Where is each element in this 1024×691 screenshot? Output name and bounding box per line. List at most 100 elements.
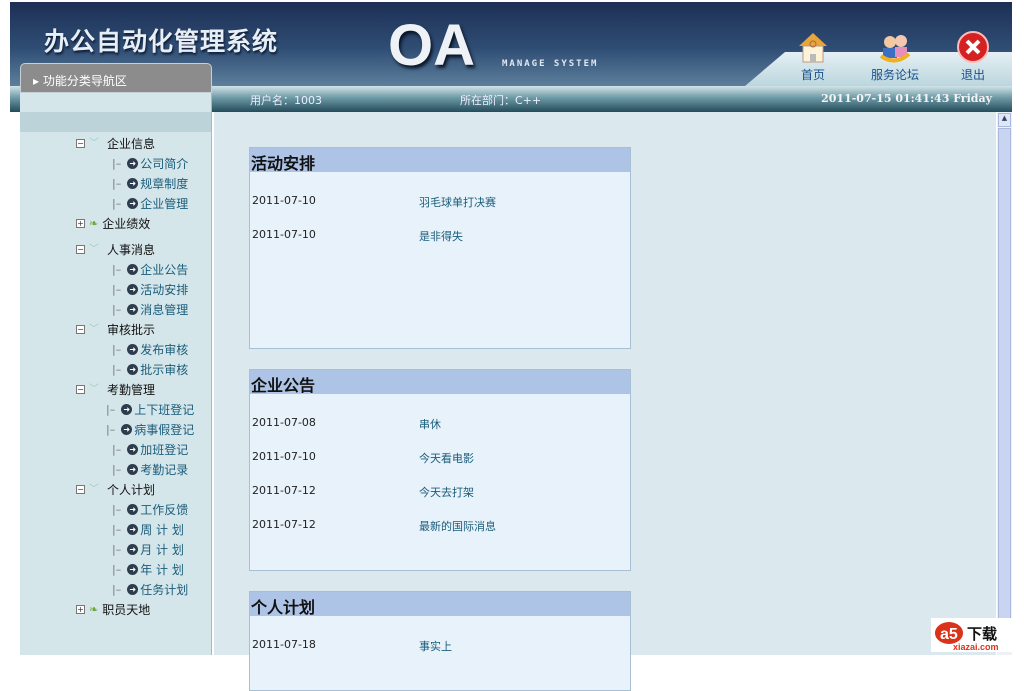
tree-leaf-label: 企业公告 [140, 263, 189, 277]
item-link[interactable]: 今天看电影 [419, 450, 474, 466]
tree-leaf-label: 规章制度 [140, 177, 189, 191]
leaf-icon: ❧ [89, 603, 99, 616]
arrow-right-icon: ➜ [127, 444, 139, 455]
tree-node[interactable]: − ﹀ 审核批示 [76, 321, 155, 338]
sidebar-title: ▸ 功能分类导航区 [20, 63, 212, 93]
tree-leaf[interactable]: |– ➜ 加班登记 [112, 441, 188, 458]
system-title: 办公自动化管理系统 [44, 27, 279, 56]
tree-connector: |– [112, 363, 122, 376]
tree-leaf-label: 任务计划 [140, 583, 189, 597]
main-content: 活动安排 2011-07-10 羽毛球单打决赛 2011-07-10 是非得失 企业公… [214, 112, 996, 691]
collapse-icon[interactable]: − [76, 325, 85, 334]
tree-leaf[interactable]: |– ➜ 规章制度 [112, 175, 188, 192]
tree-leaf-label: 考勤记录 [140, 463, 189, 477]
tree-node[interactable]: − ﹀ 个人计划 [76, 481, 155, 498]
arrow-right-icon: ➜ [127, 524, 139, 535]
tree-connector: |– [112, 177, 122, 190]
arrow-right-icon: ➜ [127, 464, 139, 475]
tree-leaf-label: 年 计 划 [140, 563, 184, 577]
svg-text:下载: 下载 [967, 625, 997, 643]
tree-connector: |– [106, 403, 116, 416]
item-link[interactable]: 今天去打架 [419, 484, 474, 500]
item-link[interactable]: 羽毛球单打决赛 [419, 194, 496, 210]
item-link[interactable]: 最新的国际消息 [419, 518, 496, 534]
username: 用户名：1003 [250, 94, 322, 107]
leaf-icon: ❧ [89, 217, 99, 230]
tree-leaf[interactable]: |– ➜ 公司简介 [112, 155, 188, 172]
forum-label: 服务论坛 [871, 68, 920, 82]
tree-node-label: 人事消息 [107, 243, 156, 257]
folder-open-icon: ﹀ [89, 137, 99, 149]
arrow-right-icon: ➜ [127, 158, 139, 169]
tree-connector: |– [112, 443, 122, 456]
panel-activities: 活动安排 2011-07-10 羽毛球单打决赛 2011-07-10 是非得失 [249, 147, 631, 349]
tree-connector: |– [112, 283, 122, 296]
item-link[interactable]: 串休 [419, 416, 441, 432]
tree-node[interactable]: + ❧ 职员天地 [76, 601, 150, 618]
tree-leaf[interactable]: |– ➜ 考勤记录 [112, 461, 188, 478]
tree-leaf[interactable]: |– ➜ 活动安排 [112, 281, 188, 298]
tree-leaf-label: 工作反馈 [140, 503, 189, 517]
collapse-icon[interactable]: − [76, 245, 85, 254]
expand-icon[interactable]: + [76, 605, 85, 614]
home-button[interactable]: 首页 [796, 30, 830, 83]
tree-leaf-label: 周 计 划 [140, 523, 184, 537]
oa-logo: OA [388, 13, 475, 78]
tree-node[interactable]: − ﹀ 人事消息 [76, 241, 155, 258]
panel-title: 企业公告 [250, 370, 630, 395]
forum-icon [878, 30, 912, 64]
arrow-right-icon: ➜ [127, 284, 139, 295]
tree-leaf[interactable]: |– ➜ 批示审核 [112, 361, 188, 378]
tree-leaf[interactable]: |– ➜ 月 计 划 [112, 541, 184, 558]
vertical-scrollbar[interactable]: ▲ [997, 112, 1012, 655]
expand-icon[interactable]: + [76, 219, 85, 228]
tree-node[interactable]: − ﹀ 企业信息 [76, 135, 155, 152]
tree-node-label: 考勤管理 [107, 383, 156, 397]
tree-leaf[interactable]: |– ➜ 任务计划 [112, 581, 188, 598]
folder-open-icon: ﹀ [89, 323, 99, 335]
tree-leaf-label: 活动安排 [140, 283, 189, 297]
tree-connector: |– [112, 303, 122, 316]
panel-personal-plan: 个人计划 2011-07-18 事实上 [249, 591, 631, 691]
item-date: 2011-07-10 [252, 194, 316, 207]
tree-leaf[interactable]: |– ➜ 企业管理 [112, 195, 188, 212]
home-icon [796, 30, 830, 64]
scroll-up-button[interactable]: ▲ [998, 113, 1011, 127]
tree-leaf[interactable]: |– ➜ 周 计 划 [112, 521, 184, 538]
datetime: 2011-07-15 01:41:43 Friday [821, 92, 992, 105]
tree-leaf[interactable]: |– ➜ 发布审核 [112, 341, 188, 358]
exit-icon [956, 30, 990, 64]
tree-leaf-label: 加班登记 [140, 443, 189, 457]
tree-connector: |– [112, 197, 122, 210]
sidebar-strip [20, 112, 211, 132]
collapse-icon[interactable]: − [76, 485, 85, 494]
sidebar: − ﹀ 企业信息 |– ➜ 公司简介 |– ➜ 规章制度 |– ➜ 企业管理 + ❧ 企业绩效 − ﹀ 人事消息 |… [20, 93, 212, 655]
tree-leaf[interactable]: |– ➜ 年 计 划 [112, 561, 184, 578]
home-label: 首页 [800, 68, 825, 82]
item-link[interactable]: 是非得失 [419, 228, 463, 244]
tree-connector: |– [112, 463, 122, 476]
tree-leaf[interactable]: |– ➜ 消息管理 [112, 301, 188, 318]
tree-connector: |– [112, 563, 122, 576]
arrow-right-icon: ➜ [127, 504, 139, 515]
forum-button[interactable]: 服务论坛 [871, 30, 919, 83]
scroll-thumb[interactable] [998, 128, 1011, 638]
tree-connector: |– [112, 263, 122, 276]
tree-leaf[interactable]: |– ➜ 病事假登记 [106, 421, 194, 438]
tree-connector: |– [112, 523, 122, 536]
tree-leaf[interactable]: |– ➜ 企业公告 [112, 261, 188, 278]
tree-node-label: 个人计划 [107, 483, 156, 497]
tree-node[interactable]: + ❧ 企业绩效 [76, 215, 150, 232]
arrow-right-icon: ➜ [127, 584, 139, 595]
tree-leaf[interactable]: |– ➜ 上下班登记 [106, 401, 194, 418]
collapse-icon[interactable]: − [76, 385, 85, 394]
item-link[interactable]: 事实上 [419, 638, 452, 654]
tree-leaf[interactable]: |– ➜ 工作反馈 [112, 501, 188, 518]
tree-connector: |– [112, 543, 122, 556]
department: 所在部门：C++ [460, 94, 542, 107]
exit-button[interactable]: 退出 [956, 30, 990, 83]
tree-node[interactable]: − ﹀ 考勤管理 [76, 381, 155, 398]
arrow-right-icon: ➜ [127, 364, 139, 375]
collapse-icon[interactable]: − [76, 139, 85, 148]
tree-connector: |– [112, 583, 122, 596]
